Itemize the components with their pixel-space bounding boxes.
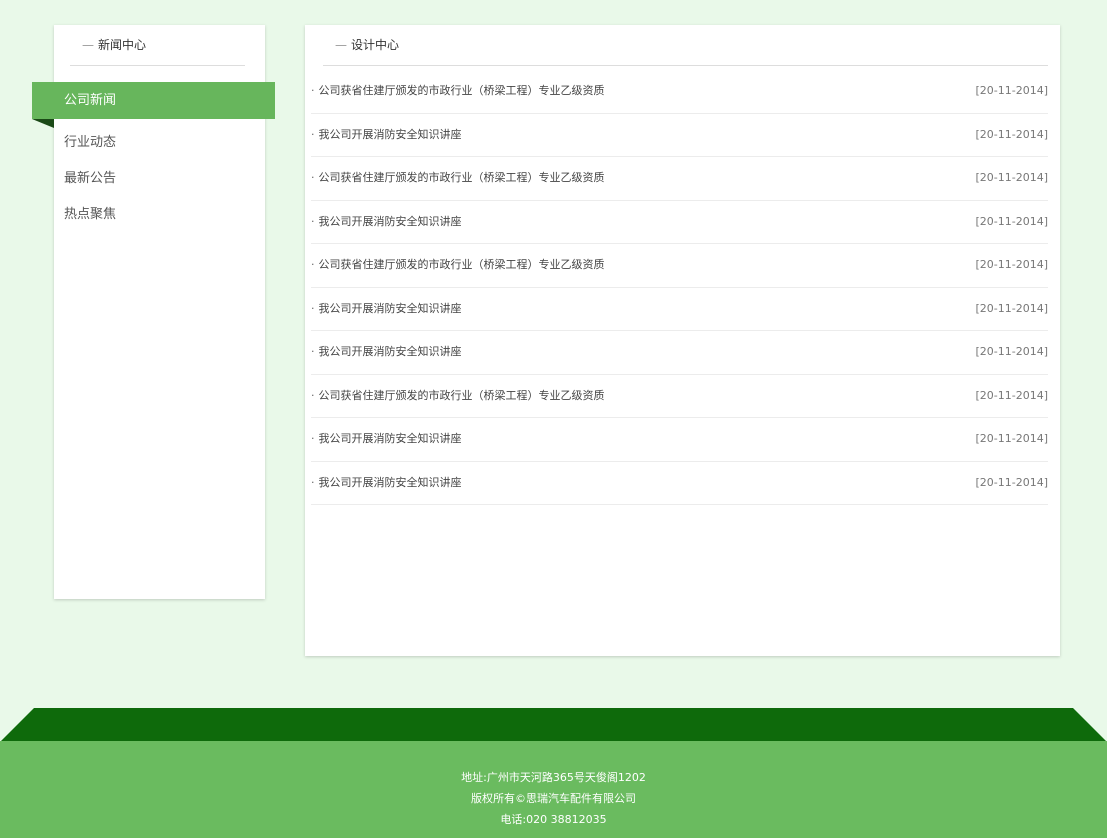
- news-date: [20-11-2014]: [975, 301, 1048, 315]
- main-panel: — 设计中心 · 公司获省住建厅颁发的市政行业（桥梁工程）专业乙级资质 [20-11-…: [305, 25, 1060, 656]
- bullet-icon: ·: [311, 258, 315, 271]
- ribbon-fold-icon: [32, 119, 54, 128]
- sidebar-item-company-news[interactable]: 公司新闻: [32, 82, 275, 128]
- footer: 地址:广州市天河路365号天俊阁1202 版权所有©思瑞汽车配件有限公司 电话:…: [0, 741, 1107, 838]
- news-row[interactable]: · 公司获省住建厅颁发的市政行业（桥梁工程）专业乙级资质 [20-11-2014]: [311, 244, 1048, 288]
- news-date: [20-11-2014]: [975, 258, 1048, 271]
- news-title[interactable]: 公司获省住建厅颁发的市政行业（桥梁工程）专业乙级资质: [319, 84, 605, 97]
- bullet-icon: ·: [311, 214, 315, 228]
- sidebar-title-text: 新闻中心: [98, 38, 147, 52]
- news-row[interactable]: · 我公司开展消防安全知识讲座 [20-11-2014]: [311, 331, 1048, 375]
- news-list: · 公司获省住建厅颁发的市政行业（桥梁工程）专业乙级资质 [20-11-2014] …: [311, 70, 1048, 505]
- sidebar-item-industry-news[interactable]: 行业动态: [54, 125, 265, 161]
- sidebar-item-label: 行业动态: [64, 135, 117, 150]
- sidebar-item-label: 最新公告: [64, 171, 117, 186]
- sidebar-title: — 新闻中心: [70, 35, 245, 66]
- news-row[interactable]: · 我公司开展消防安全知识讲座 [20-11-2014]: [311, 462, 1048, 505]
- sidebar-item-hot-topics[interactable]: 热点聚焦: [54, 197, 265, 233]
- news-row[interactable]: · 公司获省住建厅颁发的市政行业（桥梁工程）专业乙级资质 [20-11-2014]: [311, 157, 1048, 201]
- bullet-icon: ·: [311, 171, 315, 184]
- bullet-icon: ·: [311, 84, 315, 97]
- news-row[interactable]: · 我公司开展消防安全知识讲座 [20-11-2014]: [311, 114, 1048, 157]
- bullet-icon: ·: [311, 345, 315, 358]
- news-title[interactable]: 我公司开展消防安全知识讲座: [319, 476, 462, 489]
- news-title[interactable]: 我公司开展消防安全知识讲座: [319, 432, 462, 445]
- news-title[interactable]: 我公司开展消防安全知识讲座: [319, 215, 462, 228]
- news-date: [20-11-2014]: [975, 475, 1048, 489]
- news-title[interactable]: 公司获省住建厅颁发的市政行业（桥梁工程）专业乙级资质: [319, 389, 605, 402]
- news-date: [20-11-2014]: [975, 432, 1048, 445]
- news-date: [20-11-2014]: [975, 84, 1048, 97]
- sidebar-item-label: 公司新闻: [64, 93, 117, 108]
- news-row[interactable]: · 公司获省住建厅颁发的市政行业（桥梁工程）专业乙级资质 [20-11-2014]: [311, 70, 1048, 114]
- news-date: [20-11-2014]: [975, 214, 1048, 228]
- bullet-icon: ·: [311, 388, 315, 402]
- footer-band: [0, 708, 1107, 742]
- news-row[interactable]: · 公司获省住建厅颁发的市政行业（桥梁工程）专业乙级资质 [20-11-2014]: [311, 375, 1048, 418]
- footer-copyright: 版权所有©思瑞汽车配件有限公司: [471, 792, 636, 805]
- news-row[interactable]: · 我公司开展消防安全知识讲座 [20-11-2014]: [311, 201, 1048, 244]
- news-row[interactable]: · 我公司开展消防安全知识讲座 [20-11-2014]: [311, 288, 1048, 331]
- news-title[interactable]: 我公司开展消防安全知识讲座: [319, 128, 462, 141]
- footer-phone: 电话:020 38812035: [500, 813, 607, 826]
- news-date: [20-11-2014]: [975, 171, 1048, 184]
- sidebar-nav: 公司新闻 行业动态 最新公告 热点聚焦: [32, 82, 275, 233]
- bullet-icon: ·: [311, 301, 315, 315]
- dash-icon: —: [335, 38, 347, 52]
- main-title: — 设计中心: [323, 35, 1048, 66]
- sidebar-item-announcements[interactable]: 最新公告: [54, 161, 265, 197]
- footer-address: 地址:广州市天河路365号天俊阁1202: [461, 771, 646, 784]
- bullet-icon: ·: [311, 475, 315, 489]
- news-title[interactable]: 我公司开展消防安全知识讲座: [319, 345, 462, 358]
- sidebar: — 新闻中心 公司新闻 行业动态 最新公告 热点聚焦: [32, 25, 275, 599]
- news-date: [20-11-2014]: [975, 127, 1048, 141]
- bullet-icon: ·: [311, 127, 315, 141]
- sidebar-item-label: 热点聚焦: [64, 207, 117, 222]
- news-title[interactable]: 公司获省住建厅颁发的市政行业（桥梁工程）专业乙级资质: [319, 171, 605, 184]
- dash-icon: —: [82, 38, 94, 52]
- news-title[interactable]: 我公司开展消防安全知识讲座: [319, 302, 462, 315]
- bullet-icon: ·: [311, 432, 315, 445]
- news-date: [20-11-2014]: [975, 388, 1048, 402]
- main-title-text: 设计中心: [351, 38, 400, 52]
- news-date: [20-11-2014]: [975, 345, 1048, 358]
- news-title[interactable]: 公司获省住建厅颁发的市政行业（桥梁工程）专业乙级资质: [319, 258, 605, 271]
- news-row[interactable]: · 我公司开展消防安全知识讲座 [20-11-2014]: [311, 418, 1048, 462]
